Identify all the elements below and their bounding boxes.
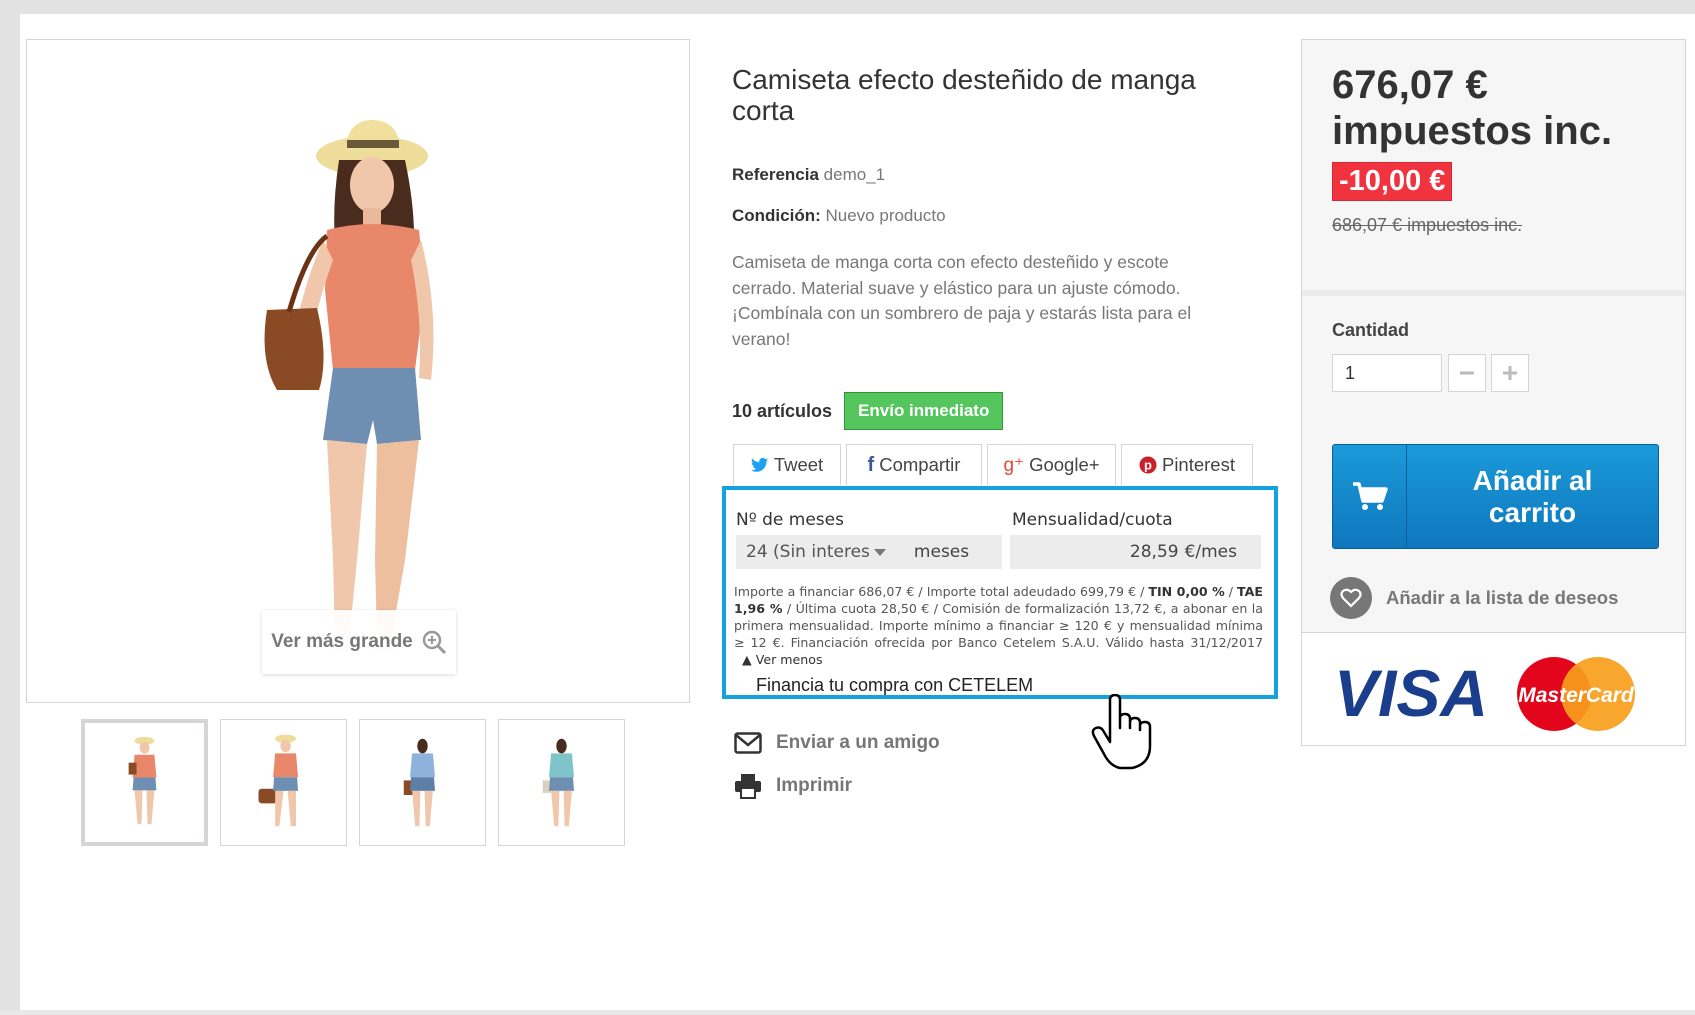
visa-logo: VISA: [1334, 656, 1488, 730]
window-bottom-border: [0, 1010, 1695, 1015]
minus-icon: [1460, 371, 1474, 375]
triangle-up-icon: ▲: [742, 652, 752, 667]
tweet-button[interactable]: Tweet: [733, 444, 841, 485]
price-tax-note: impuestos inc.: [1332, 109, 1613, 153]
show-less-link[interactable]: ▲ Ver menos: [734, 652, 823, 667]
envelope-icon: [734, 732, 762, 754]
reference-row: Referencia demo_1: [732, 165, 885, 185]
legal-tin: TIN 0,00 %: [1148, 584, 1225, 599]
months-unit: meses: [913, 542, 970, 562]
thumbnail-photo: [542, 738, 574, 827]
quantity-increase-button[interactable]: [1491, 354, 1529, 392]
financing-legal-text: Importe a financiar 686,07 € / Importe t…: [734, 583, 1263, 668]
quantity-decrease-button[interactable]: [1448, 354, 1486, 392]
months-select[interactable]: 24 (Sin interes meses: [736, 535, 1002, 569]
plus-icon: [1503, 366, 1517, 380]
pinterest-icon: p: [1139, 456, 1157, 474]
zoom-button[interactable]: Ver más grande: [262, 610, 456, 674]
reference-value: demo_1: [823, 165, 886, 184]
facebook-share-button[interactable]: f Compartir: [846, 444, 982, 485]
printer-icon: [735, 774, 761, 799]
show-less-label: Ver menos: [755, 652, 823, 667]
thumbnail-photo: [128, 736, 157, 825]
condition-row: Condición: Nuevo producto: [732, 206, 946, 226]
legal-text-part: /: [1224, 584, 1238, 599]
card-logos: VISA MasterCard: [1334, 656, 1635, 731]
zoom-in-icon: [422, 630, 446, 655]
old-price: 686,07 € impuestos inc.: [1332, 215, 1523, 235]
google-plus-button[interactable]: g⁺ Google+: [987, 444, 1116, 485]
product-title: Camiseta efecto desteñido de manga corta: [732, 64, 1196, 126]
shopping-cart-icon: [1352, 481, 1388, 510]
wishlist-link[interactable]: Añadir a la lista de deseos: [1330, 577, 1618, 619]
product-description: Camiseta de manga corta con efecto deste…: [732, 252, 1192, 349]
reference-label: Referencia: [732, 165, 819, 184]
zoom-label: Ver más grande: [271, 631, 413, 652]
monthly-quota: 28,59 €/mes: [1010, 535, 1261, 569]
financing-box: Nº de meses Mensualidad/cuota 24 (Sin in…: [722, 486, 1278, 699]
thumbnail-4[interactable]: [498, 719, 625, 846]
stock-quantity: 10 artículos: [732, 400, 833, 421]
stock-badge: Envío inmediato: [844, 392, 1004, 430]
price-value: 676,07 €: [1332, 63, 1488, 107]
pinterest-label: Pinterest: [1161, 454, 1235, 475]
product-main-image[interactable]: Ver más grande: [26, 39, 690, 703]
wishlist-label: Añadir a la lista de deseos: [1386, 587, 1619, 608]
mastercard-logo: MasterCard: [1518, 684, 1635, 707]
quota-label: Mensualidad/cuota: [1012, 510, 1173, 530]
print-label: Imprimir: [776, 775, 853, 796]
google-plus-icon: g⁺: [1003, 454, 1025, 476]
dropdown-caret-icon: [873, 548, 886, 556]
legal-text-part: / Última cuota 28,50 € / Comisión de for…: [734, 601, 1263, 650]
quantity-input[interactable]: 1: [1332, 354, 1442, 392]
window-top-border: [0, 0, 1695, 14]
wishlist-heart-icon: [1330, 577, 1372, 619]
pinterest-button[interactable]: p Pinterest: [1121, 444, 1253, 485]
payment-methods: VISA MasterCard: [1302, 632, 1685, 745]
quota-unit: €/mes: [1184, 542, 1237, 562]
months-label: Nº de meses: [736, 510, 844, 530]
thumbnail-photo: [258, 734, 299, 827]
send-to-friend-link[interactable]: Enviar a un amigo: [734, 732, 940, 754]
discount-badge: -10,00 €: [1332, 162, 1453, 201]
tweet-label: Tweet: [773, 454, 824, 475]
add-to-cart-button[interactable]: Añadir al carrito: [1332, 444, 1659, 549]
financing-footer: Financia tu compra con CETELEM: [756, 675, 1034, 695]
facebook-label: Compartir: [879, 454, 961, 475]
condition-value: Nuevo producto: [825, 206, 946, 225]
facebook-icon: f: [867, 453, 875, 476]
hand-cursor-icon: [1091, 694, 1152, 770]
price: 676,07 € impuestos inc.: [1332, 62, 1612, 154]
divider: [1302, 290, 1685, 296]
thumbnail-2[interactable]: [220, 719, 347, 846]
page: Ver más grande Camiseta efecto desteñido…: [0, 0, 1695, 1015]
add-to-cart-label: Añadir al carrito: [1472, 464, 1593, 528]
twitter-icon: [750, 457, 768, 472]
model-photo: [264, 120, 434, 654]
thumbnail-3[interactable]: [359, 719, 486, 846]
thumbnail-photo: [403, 738, 435, 827]
send-to-friend-label: Enviar a un amigo: [776, 732, 940, 753]
cart-icon-wrap: [1333, 445, 1407, 548]
google-plus-label: Google+: [1029, 454, 1100, 475]
thumbnail-strip: [81, 719, 625, 846]
thumbnail-1[interactable]: [81, 719, 208, 846]
quantity-label: Cantidad: [1332, 320, 1410, 340]
buy-box: 676,07 € impuestos inc. -10,00 € 686,07 …: [1301, 39, 1686, 746]
window-left-border: [0, 0, 20, 1015]
stock-info: 10 artículos Envío inmediato: [732, 392, 1004, 430]
svg-text:p: p: [1144, 458, 1152, 473]
quota-value: 28,59: [1129, 542, 1179, 562]
print-link[interactable]: Imprimir: [734, 773, 852, 799]
social-share: Tweet f Compartir g⁺ Google+ p Pinterest: [733, 444, 1253, 485]
legal-text-part: Importe a financiar 686,07 € / Importe t…: [734, 584, 1149, 599]
condition-label: Condición:: [732, 206, 821, 225]
months-selected: 24 (Sin interes: [746, 542, 870, 562]
